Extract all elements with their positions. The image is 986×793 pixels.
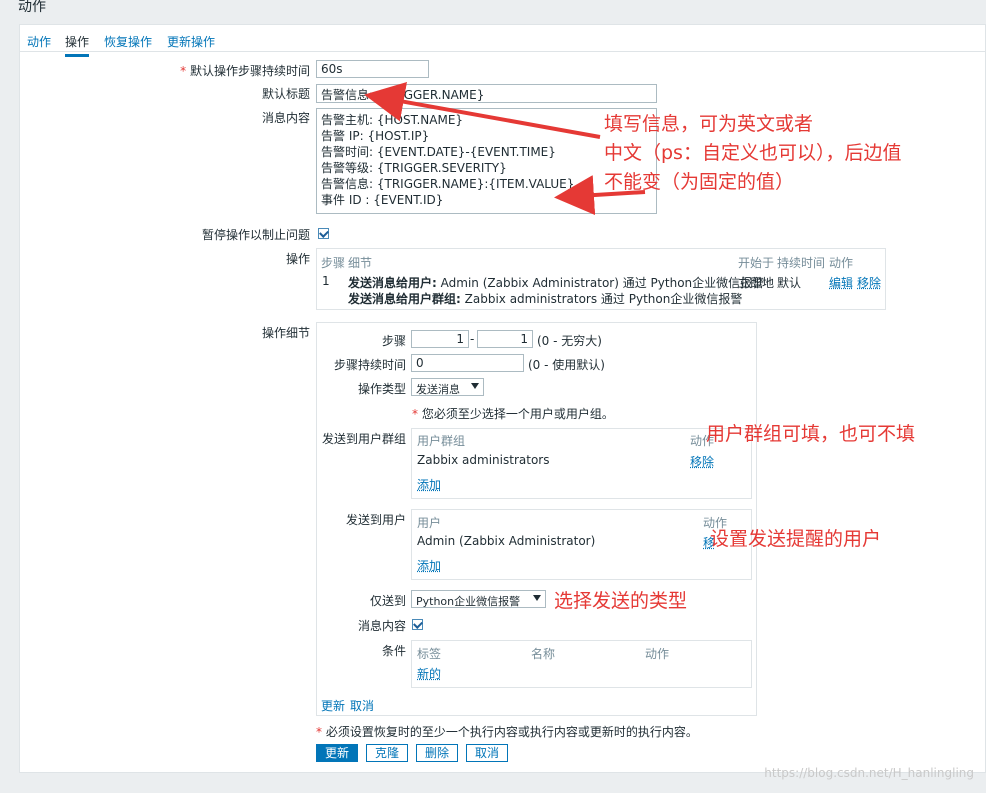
annotation-fill-info-1: 填写信息，可为英文或者 [604,113,814,135]
annotation-user-group: 用户群组可填，也可不填 [706,423,916,445]
annotation-arrows [364,81,646,216]
arrow-to-subject [364,81,601,139]
watermark: https://blog.csdn.net/H_hanlingling [764,766,974,780]
annotation-fill-info-3: 不能变（为固定的值） [604,171,795,193]
annotation-set-user: 设置发送提醒的用户 [710,528,882,550]
annotation-fill-info-2: 中文（ps：自定义也可以），后边值 [604,142,902,164]
annotation-select-type: 选择发送的类型 [554,590,688,612]
